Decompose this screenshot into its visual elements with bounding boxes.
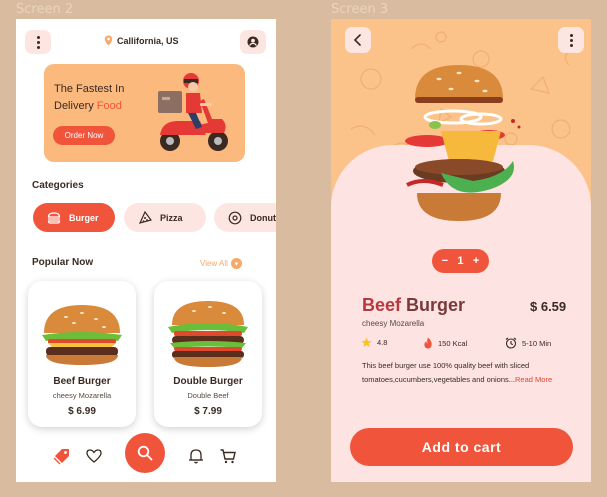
screen-2-title: Screen 2 [16, 2, 74, 17]
cart-icon[interactable] [219, 447, 237, 465]
pizza-icon [138, 210, 152, 224]
product-price: $ 6.99 [68, 406, 96, 417]
description-text: This beef burger use 100% quality beef w… [362, 361, 530, 384]
decrement-button[interactable]: − [442, 255, 448, 267]
increment-button[interactable]: + [473, 255, 479, 267]
product-name: Beef Burger [53, 376, 111, 387]
user-icon [247, 36, 259, 48]
home-screen: Callifornia, US The Fastest In Delivery … [16, 19, 276, 482]
view-all-link[interactable]: View All ▾ [200, 258, 242, 269]
rating-stat: 4.8 [361, 337, 387, 348]
banner-line-1: The Fastest In [54, 83, 125, 95]
donut-icon [228, 211, 242, 224]
location-selector[interactable]: Callifornia, US [104, 35, 179, 46]
quantity-stepper[interactable]: − 1 + [432, 249, 489, 273]
tag-icon[interactable] [53, 447, 71, 465]
order-now-button[interactable]: Order Now [53, 126, 115, 145]
category-label: Pizza [160, 212, 183, 223]
calories-stat: 150 Kcal [423, 337, 467, 349]
category-label: Donut [250, 212, 276, 223]
bottom-nav [16, 431, 276, 482]
menu-button[interactable] [25, 30, 51, 54]
product-price: $ 7.99 [194, 406, 222, 417]
calories-value: 150 Kcal [438, 338, 468, 348]
chevron-left-icon [353, 34, 361, 46]
read-more-link[interactable]: Read More [515, 375, 552, 384]
product-card-double-burger[interactable]: Double Burger Double Beef $ 7.99 [154, 281, 262, 427]
burger-icon [47, 211, 61, 224]
search-icon [137, 445, 153, 461]
product-title: Beef Burger [362, 295, 465, 316]
detail-screen: − 1 + Beef Burger $ 6.59 cheesy Mozarell… [331, 19, 591, 482]
category-label: Burger [69, 212, 99, 223]
promo-banner: The Fastest In Delivery Food Order Now [44, 64, 245, 162]
add-to-cart-button[interactable]: Add to cart [350, 428, 573, 466]
delivery-scooter-illustration [158, 73, 228, 151]
rating-value: 4.8 [377, 338, 388, 347]
profile-button[interactable] [240, 30, 266, 54]
screen-3-title: Screen 3 [331, 2, 389, 17]
double-burger-image [168, 301, 248, 367]
category-burger[interactable]: Burger [33, 203, 115, 232]
chevron-down-icon: ▾ [230, 258, 242, 269]
product-subtitle: cheesy Mozarella [52, 391, 112, 400]
product-subtitle: cheesy Mozarella [362, 319, 425, 328]
categories-heading: Categories [32, 180, 84, 191]
quantity-value: 1 [457, 255, 464, 267]
beef-burger-image [42, 305, 122, 365]
star-icon [361, 337, 372, 347]
search-button[interactable] [125, 433, 165, 473]
exploded-burger-image [405, 65, 521, 221]
product-subtitle: Double Beef [187, 391, 229, 400]
category-pizza[interactable]: Pizza [124, 203, 206, 232]
more-vertical-icon [36, 35, 40, 49]
time-value: 5-10 Min [522, 338, 552, 348]
product-description: This beef burger use 100% quality beef w… [362, 359, 562, 386]
popular-heading: Popular Now [32, 257, 94, 268]
product-card-beef-burger[interactable]: Beef Burger cheesy Mozarella $ 6.99 [28, 281, 136, 427]
more-button[interactable] [558, 27, 584, 53]
category-donut[interactable]: Donut [214, 203, 276, 232]
time-stat: 5-10 Min [505, 337, 551, 349]
more-vertical-icon [569, 33, 573, 47]
banner-highlight: Food [96, 100, 122, 112]
banner-line-2-prefix: Delivery [54, 100, 94, 112]
location-label: Callifornia, US [117, 35, 179, 46]
bell-icon[interactable] [187, 447, 205, 465]
back-button[interactable] [345, 27, 371, 53]
fire-icon [424, 337, 432, 349]
alarm-clock-icon [505, 337, 517, 349]
banner-line-2: Delivery Food [54, 100, 122, 112]
product-name: Double Burger [173, 376, 243, 387]
location-pin-icon [104, 35, 113, 46]
heart-icon[interactable] [85, 447, 103, 465]
product-title-word-2: Burger [406, 295, 466, 315]
product-price: $ 6.59 [530, 299, 567, 314]
product-title-word-1: Beef [362, 295, 402, 315]
view-all-label: View All [200, 259, 228, 268]
